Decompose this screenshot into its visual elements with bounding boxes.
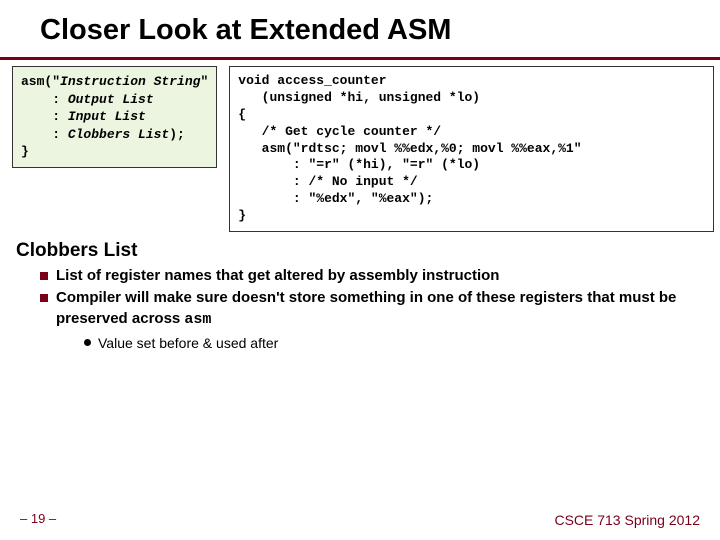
code-line: } xyxy=(238,208,246,223)
code-text: Output List xyxy=(68,92,154,107)
bullet-item: List of register names that get altered … xyxy=(40,266,704,286)
example-code-box: void access_counter (unsigned *hi, unsig… xyxy=(229,66,714,232)
code-text: ); xyxy=(169,127,185,142)
code-line: : "=r" (*hi), "=r" (*lo) xyxy=(238,157,480,172)
sub-bullet-item: Value set before & used after xyxy=(84,334,704,353)
code-row: asm("Instruction String" : Output List :… xyxy=(0,60,720,232)
code-line: /* Get cycle counter */ xyxy=(238,124,441,139)
code-text: " xyxy=(200,74,208,89)
code-line: : /* No input */ xyxy=(238,174,417,189)
sub-bullet-text: Value set before & used after xyxy=(98,335,278,351)
course-label: CSCE 713 Spring 2012 xyxy=(554,512,700,528)
section-heading: Clobbers List xyxy=(0,232,720,266)
bullet-list: List of register names that get altered … xyxy=(0,266,720,353)
code-line: { xyxy=(238,107,246,122)
code-text: : xyxy=(21,109,68,124)
bullet-text: Compiler will make sure doesn't store so… xyxy=(56,289,676,326)
code-text: } xyxy=(21,144,29,159)
code-text: : xyxy=(21,127,68,142)
bullet-text: List of register names that get altered … xyxy=(56,267,499,284)
sub-bullet-list: Value set before & used after xyxy=(56,334,704,353)
page-number: – 19 – xyxy=(20,511,56,526)
code-text: : xyxy=(21,92,68,107)
code-text: asm(" xyxy=(21,74,60,89)
code-text: Clobbers List xyxy=(68,127,169,142)
code-text: Instruction String xyxy=(60,74,200,89)
bullet-item: Compiler will make sure doesn't store so… xyxy=(40,288,704,352)
code-line: (unsigned *hi, unsigned *lo) xyxy=(238,90,480,105)
code-line: asm("rdtsc; movl %%edx,%0; movl %%eax,%1… xyxy=(238,141,581,156)
inline-code: asm xyxy=(184,311,211,328)
code-line: : "%edx", "%eax"); xyxy=(238,191,433,206)
code-text: Input List xyxy=(68,109,146,124)
code-line: void access_counter xyxy=(238,73,386,88)
syntax-code-box: asm("Instruction String" : Output List :… xyxy=(12,66,217,168)
slide-title: Closer Look at Extended ASM xyxy=(0,0,720,60)
